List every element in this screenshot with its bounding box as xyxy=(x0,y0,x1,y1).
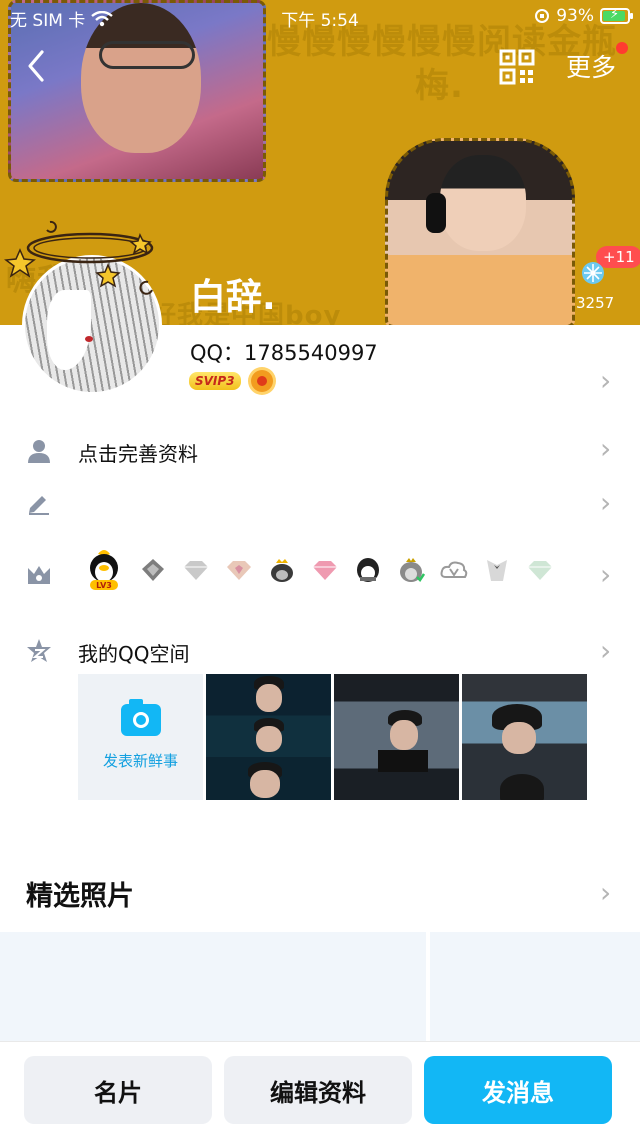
star-halo-decoration xyxy=(4,220,154,295)
green-penguin-icon xyxy=(400,558,425,582)
qzone-row[interactable]: 我的QQ空间 › xyxy=(0,624,640,678)
battery-percent: 93% xyxy=(556,6,594,26)
cover-text: 梅. xyxy=(415,66,464,106)
signature-row[interactable]: › xyxy=(0,476,640,530)
crown-icon xyxy=(28,566,50,584)
qzone-thumbnail[interactable] xyxy=(462,674,587,800)
battery-icon: ⚡ xyxy=(600,7,633,24)
penguin-lv3-icon: LV3 xyxy=(90,550,118,590)
orientation-lock-icon xyxy=(535,9,550,23)
cover-photo-right xyxy=(385,138,575,325)
edit-profile-button[interactable]: 编辑资料 xyxy=(224,1056,412,1124)
qzone-thumbnail[interactable] xyxy=(206,674,331,800)
complete-info-row[interactable]: 点击完善资料 › xyxy=(0,424,640,478)
svg-text:LV3: LV3 xyxy=(96,581,112,590)
pencil-icon xyxy=(29,496,49,515)
featured-photos-title: 精选照片 xyxy=(26,881,134,912)
featured-photo[interactable] xyxy=(0,932,426,1048)
medal-list[interactable]: LV3 xyxy=(84,548,554,592)
chevron-right-icon: › xyxy=(600,558,612,591)
featured-chevron-icon[interactable]: › xyxy=(600,876,611,909)
tuxedo-icon xyxy=(487,560,507,581)
profile-chevron-icon[interactable]: › xyxy=(600,364,611,397)
camera-icon xyxy=(120,698,161,736)
name-card-button[interactable]: 名片 xyxy=(24,1056,212,1124)
qzone-thumbnail[interactable] xyxy=(334,674,459,800)
like-icon[interactable] xyxy=(580,260,606,286)
qr-code-icon xyxy=(499,49,535,85)
status-bar: 无 SIM 卡 下午 5:54 93% ⚡ xyxy=(0,0,640,34)
back-button[interactable] xyxy=(18,44,58,88)
bottom-action-bar: 名片 编辑资料 发消息 xyxy=(0,1042,640,1138)
green-diamond-icon xyxy=(528,561,552,580)
post-new-button[interactable]: 发表新鲜事 xyxy=(78,674,203,800)
qzone-grid: 发表新鲜事 xyxy=(78,674,587,800)
post-new-label: 发表新鲜事 xyxy=(102,751,178,770)
sun-level-icon xyxy=(250,370,273,392)
likes-count: 3257 xyxy=(576,294,615,312)
silver-medal-icon xyxy=(142,559,164,581)
pink-gem-icon xyxy=(313,561,337,580)
v-cloud-icon xyxy=(440,561,468,578)
person-icon xyxy=(28,440,50,463)
penguin-icon xyxy=(357,558,379,582)
more-button[interactable]: 更多 xyxy=(566,48,616,84)
qq-number: QQ：1785540997 xyxy=(190,341,378,365)
qzone-label: 我的QQ空间 xyxy=(78,642,190,666)
pink-diamond-icon xyxy=(227,561,251,580)
chevron-right-icon: › xyxy=(600,634,612,667)
featured-photo[interactable] xyxy=(430,932,640,1048)
send-message-button[interactable]: 发消息 xyxy=(424,1056,612,1124)
notification-dot xyxy=(616,42,628,54)
vip-badges[interactable]: SVIP3 xyxy=(189,370,273,392)
complete-info-label: 点击完善资料 xyxy=(78,442,198,466)
star-z-icon xyxy=(27,639,51,662)
chevron-right-icon: › xyxy=(600,486,612,519)
chevron-left-icon xyxy=(28,50,44,82)
qr-code-button[interactable] xyxy=(498,48,536,86)
display-name: 白辞. xyxy=(190,277,276,318)
profile-page: 是慢慢慢慢慢慢阅读金瓶 梅. 嗨我 好我是中国boy 无 SIM 卡 下午 5:… xyxy=(0,0,640,1138)
svip-badge: SVIP3 xyxy=(189,372,241,390)
featured-photos xyxy=(0,932,640,1048)
chevron-right-icon: › xyxy=(600,432,612,465)
crown-penguin-icon xyxy=(271,559,293,582)
diamond-icon xyxy=(184,561,208,580)
